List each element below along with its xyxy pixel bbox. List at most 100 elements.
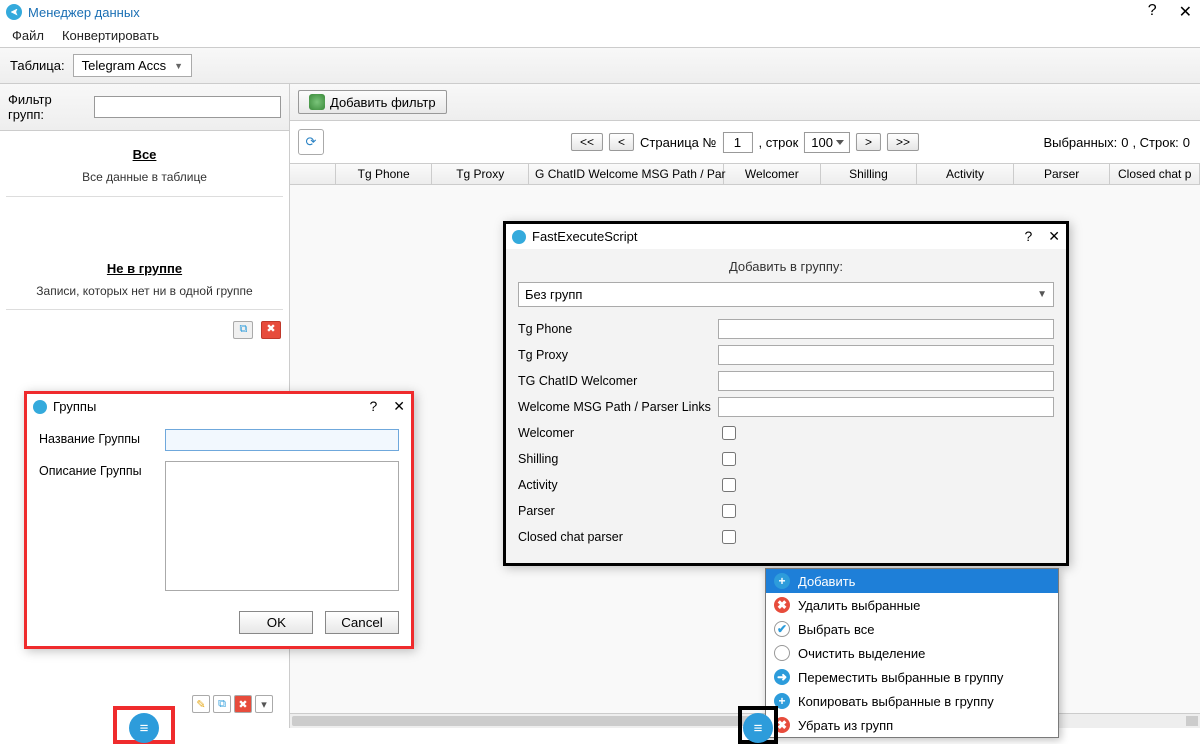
titlebar: Менеджер данных ? ✕ [0,0,1200,24]
col-welcomer[interactable]: Welcomer [724,164,821,184]
ctx-copy-to-group[interactable]: +Копировать выбранные в группу [766,689,1058,713]
rows-select[interactable]: 100 [804,132,850,153]
col-chatid[interactable]: G ChatID Welcome MSG Path / Par [529,164,724,184]
table-label: Таблица: [10,58,65,73]
group-desc: Записи, которых нет ни в одной группе [10,284,279,300]
edit-icon[interactable]: ✎ [192,695,210,713]
list-icon[interactable]: ≡ [743,713,773,743]
cancel-button[interactable]: Cancel [325,611,399,634]
menubar: Файл Конвертировать [0,24,1200,47]
group-ungrouped[interactable]: Не в группе Записи, которых нет ни в одн… [6,251,283,311]
group-filter-input[interactable] [94,96,281,118]
field-label: Tg Phone [518,322,718,336]
shilling-check[interactable] [722,452,736,466]
group-all[interactable]: Все Все данные в таблице [6,137,283,197]
add-filter-button[interactable]: Добавить фильтр [298,90,447,114]
ok-button[interactable]: OK [239,611,313,634]
dialog-icon [512,230,526,244]
group-desc-input[interactable] [165,461,399,591]
selected-label: Выбранных: [1043,135,1117,150]
activity-check[interactable] [722,478,736,492]
col-tgproxy[interactable]: Tg Proxy [432,164,529,184]
last-page-button[interactable]: >> [887,133,919,151]
move-icon: ➜ [774,669,790,685]
ctx-select-all[interactable]: ✔Выбрать все [766,617,1058,641]
welcomer-check[interactable] [722,426,736,440]
tg-proxy-input[interactable] [718,345,1054,365]
list-icon[interactable]: ≡ [129,713,159,743]
dialog-icon [33,400,47,414]
groups-dialog: Группы ? ✕ Название Группы Описание Груп… [24,391,414,649]
field-label: Parser [518,504,718,518]
refresh-button[interactable]: ⟳ [298,129,324,155]
grid-header: Tg Phone Tg Proxy G ChatID Welcome MSG P… [290,163,1200,185]
group-title: Не в группе [10,261,279,276]
ctx-move-to-group[interactable]: ➜Переместить выбранные в группу [766,665,1058,689]
col-closed[interactable]: Closed chat p [1110,164,1200,184]
prev-page-button[interactable]: < [609,133,634,151]
rows-label: , строк [758,135,798,150]
add-filter-label: Добавить фильтр [330,95,436,110]
delete-icon[interactable]: ✖ [234,695,252,713]
dialog-close-button[interactable]: ✕ [393,398,405,415]
menu-file[interactable]: Файл [12,28,44,43]
ctx-remove-from-groups[interactable]: ✖Убрать из групп [766,713,1058,737]
dropdown-icon[interactable]: ▾ [255,695,273,713]
delete-icon[interactable]: ✖ [261,321,281,339]
selected-value: 0 [1121,135,1128,150]
col-tgphone[interactable]: Tg Phone [336,164,433,184]
group-desc: Все данные в таблице [10,170,279,186]
chevron-down-icon: ▼ [1037,289,1047,300]
ctx-clear-selection[interactable]: Очистить выделение [766,641,1058,665]
dialog-help-button[interactable]: ? [369,398,377,415]
plus-icon: + [774,573,790,589]
ctx-add[interactable]: +Добавить [766,569,1058,593]
context-menu: +Добавить ✖Удалить выбранные ✔Выбрать вс… [765,568,1059,738]
col-parser[interactable]: Parser [1014,164,1111,184]
group-select-value: Без групп [525,287,582,302]
first-page-button[interactable]: << [571,133,603,151]
close-button[interactable]: ✕ [1179,2,1192,22]
window-title: Менеджер данных [28,5,140,20]
parser-check[interactable] [722,504,736,518]
add-to-group-label: Добавить в группу: [518,259,1054,274]
clear-icon [774,645,790,661]
ctx-delete[interactable]: ✖Удалить выбранные [766,593,1058,617]
rowcount-label: , Строк: [1132,135,1178,150]
closed-chat-check[interactable] [722,530,736,544]
delete-icon: ✖ [774,597,790,613]
msg-path-input[interactable] [718,397,1054,417]
table-select[interactable]: Telegram Accs ▼ [73,54,192,77]
field-label: Welcomer [518,426,718,440]
menu-convert[interactable]: Конвертировать [62,28,159,43]
next-page-button[interactable]: > [856,133,881,151]
group-desc-label: Описание Группы [39,461,157,591]
table-select-value: Telegram Accs [82,58,167,73]
dialog-close-button[interactable]: ✕ [1048,228,1060,245]
chevron-down-icon: ▼ [174,61,183,71]
group-filter-row: Фильтр групп: [0,84,289,131]
col-activity[interactable]: Activity [917,164,1014,184]
field-label: Tg Proxy [518,348,718,362]
field-label: Closed chat parser [518,530,718,544]
field-label: TG ChatID Welcomer [518,374,718,388]
field-label: Shilling [518,452,718,466]
check-icon: ✔ [774,621,790,637]
fastexecute-dialog: FastExecuteScript ? ✕ Добавить в группу:… [503,221,1069,566]
group-name-label: Название Группы [39,429,157,451]
group-title: Все [10,147,279,162]
group-select[interactable]: Без групп ▼ [518,282,1054,307]
field-label: Welcome MSG Path / Parser Links [518,400,718,414]
col-shilling[interactable]: Shilling [821,164,918,184]
page-input[interactable] [722,132,752,153]
copy-icon[interactable]: ⧉ [233,321,253,339]
dialog-help-button[interactable]: ? [1024,228,1032,245]
tg-phone-input[interactable] [718,319,1054,339]
tg-chatid-input[interactable] [718,371,1054,391]
dialog-title: Группы [53,399,96,414]
help-button[interactable]: ? [1148,2,1157,22]
app-icon [6,4,22,20]
page-label: Страница № [640,135,716,150]
copy-icon[interactable]: ⧉ [213,695,231,713]
group-name-input[interactable] [165,429,399,451]
